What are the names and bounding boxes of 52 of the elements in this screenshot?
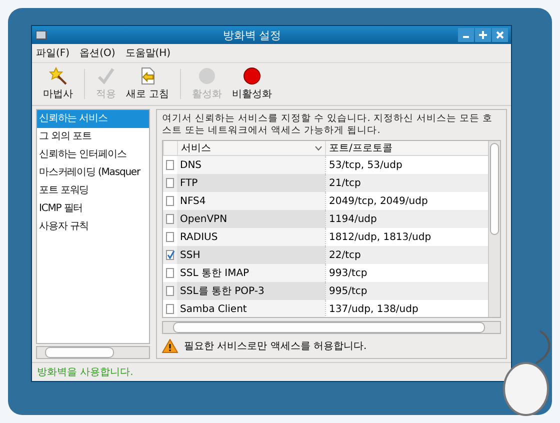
menu-item[interactable]: 옵션(O) [80,46,116,60]
warning-icon [162,339,178,353]
category-item[interactable]: 사용자 규칙 [37,218,149,236]
category-item[interactable]: 포트 포워딩 [37,182,149,200]
maximize-button[interactable] [475,28,491,42]
table-cell: RADIUS [177,228,325,246]
window-title: 방화벽 설정 [222,28,282,42]
table-cell: Samba Client [177,300,325,317]
menu-item[interactable]: 파일(F) [36,46,70,60]
close-icon [496,31,504,39]
toolbar-button[interactable]: 마법사 [38,65,78,103]
category-item[interactable]: ICMP 필터 [37,200,149,218]
category-item[interactable]: 신뢰하는 서비스 [37,110,149,128]
close-button[interactable] [492,28,508,42]
category-item[interactable]: 그 외의 포트 [37,128,149,146]
circle-icon [198,67,216,85]
table-cell: NFS4 [177,192,325,210]
checkbox[interactable] [166,304,174,314]
vertical-scrollbar[interactable] [488,141,500,317]
checkbox[interactable] [166,214,174,224]
sort-caret-icon [315,146,322,150]
horizontal-scrollbar[interactable] [162,321,501,334]
menu-item[interactable]: 도움말(H) [125,46,171,60]
description-text: 여기서 신뢰하는 서비스를 지정할 수 있습니다. 지정하신 서비스는 모든 호스트 또는 네트워크에서 액세스 가능하게 됩니다. [162,113,494,137]
warning-text: 필요한 서비스로만 액세스를 허용합니다. [184,340,367,353]
magic-wand-icon [49,67,67,85]
checkbox[interactable] [166,196,174,206]
circle-icon [243,67,262,85]
category-item[interactable]: 마스커레이딩 (Masquer [37,164,149,182]
table-cell: DNS [177,156,325,174]
checkbox[interactable] [166,160,174,170]
document-arrow-icon [138,67,157,85]
checkbox[interactable] [166,286,174,296]
table-cell: SSL를 통한 POP-3 [177,282,325,300]
category-item[interactable]: 신뢰하는 인터페이스 [37,146,149,164]
checkbox[interactable] [166,250,174,260]
app-icon [35,29,47,41]
table-cell: SSH [177,246,325,264]
toolbar-button[interactable]: 비활성화 [227,65,278,103]
horizontal-scrollbar[interactable] [36,346,150,359]
column-header[interactable]: 서비스 [177,141,325,155]
checkbox[interactable] [166,268,174,278]
status-text: 방화벽을 사용합니다. [37,366,134,379]
table-cell: FTP [177,174,325,192]
table-cell: SSL 통한 IMAP [177,264,325,282]
minimize-button[interactable] [458,28,474,42]
checkmark-icon [97,67,115,85]
maximize-icon [479,31,487,39]
table-cell: OpenVPN [177,210,325,228]
toolbar-button[interactable]: 새로 고침 [121,65,174,103]
checkbox[interactable] [166,232,174,242]
checkbox[interactable] [166,178,174,188]
